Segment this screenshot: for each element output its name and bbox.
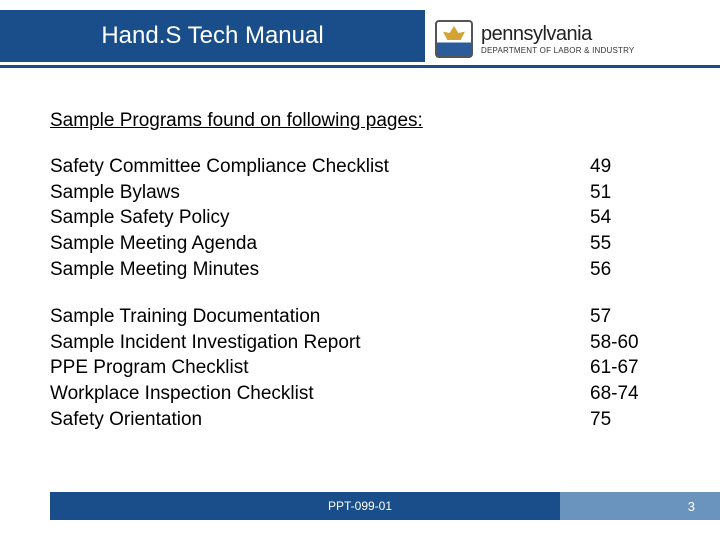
program-page: 68-74 bbox=[580, 381, 670, 407]
program-group-2: Sample Training Documentation 57 Sample … bbox=[50, 304, 670, 432]
list-item: PPE Program Checklist 61-67 bbox=[50, 355, 670, 381]
footer-code: PPT-099-01 bbox=[328, 499, 392, 513]
program-label: Sample Safety Policy bbox=[50, 205, 580, 231]
program-label: Safety Orientation bbox=[50, 407, 580, 433]
list-item: Sample Training Documentation 57 bbox=[50, 304, 670, 330]
header-bar: Hand.S Tech Manual bbox=[0, 10, 425, 62]
list-item: Sample Meeting Minutes 56 bbox=[50, 257, 670, 283]
header-divider bbox=[0, 65, 720, 68]
list-item: Safety Orientation 75 bbox=[50, 407, 670, 433]
state-logo: pennsylvania DEPARTMENT OF LABOR & INDUS… bbox=[435, 20, 634, 58]
content-area: Sample Programs found on following pages… bbox=[50, 110, 670, 454]
department-name: DEPARTMENT OF LABOR & INDUSTRY bbox=[481, 46, 634, 55]
program-page: 58-60 bbox=[580, 330, 670, 356]
program-page: 54 bbox=[580, 205, 670, 231]
program-label: Workplace Inspection Checklist bbox=[50, 381, 580, 407]
program-page: 49 bbox=[580, 154, 670, 180]
list-item: Sample Safety Policy 54 bbox=[50, 205, 670, 231]
program-label: Sample Meeting Agenda bbox=[50, 231, 580, 257]
program-page: 57 bbox=[580, 304, 670, 330]
program-group-1: Safety Committee Compliance Checklist 49… bbox=[50, 154, 670, 282]
program-label: Sample Training Documentation bbox=[50, 304, 580, 330]
program-label: Sample Incident Investigation Report bbox=[50, 330, 580, 356]
footer-accent bbox=[560, 492, 720, 520]
program-page: 56 bbox=[580, 257, 670, 283]
list-item: Sample Incident Investigation Report 58-… bbox=[50, 330, 670, 356]
program-label: Sample Meeting Minutes bbox=[50, 257, 580, 283]
program-label: Safety Committee Compliance Checklist bbox=[50, 154, 580, 180]
program-page: 75 bbox=[580, 407, 670, 433]
list-item: Sample Meeting Agenda 55 bbox=[50, 231, 670, 257]
program-label: PPE Program Checklist bbox=[50, 355, 580, 381]
list-item: Safety Committee Compliance Checklist 49 bbox=[50, 154, 670, 180]
page-number: 3 bbox=[688, 499, 695, 514]
program-label: Sample Bylaws bbox=[50, 180, 580, 206]
page-title: Hand.S Tech Manual bbox=[101, 22, 323, 50]
list-item: Sample Bylaws 51 bbox=[50, 180, 670, 206]
state-name: pennsylvania bbox=[481, 23, 634, 46]
program-page: 51 bbox=[580, 180, 670, 206]
state-seal-icon bbox=[435, 20, 473, 58]
logo-text: pennsylvania DEPARTMENT OF LABOR & INDUS… bbox=[481, 23, 634, 55]
list-item: Workplace Inspection Checklist 68-74 bbox=[50, 381, 670, 407]
program-page: 55 bbox=[580, 231, 670, 257]
intro-heading: Sample Programs found on following pages… bbox=[50, 110, 670, 132]
program-page: 61-67 bbox=[580, 355, 670, 381]
